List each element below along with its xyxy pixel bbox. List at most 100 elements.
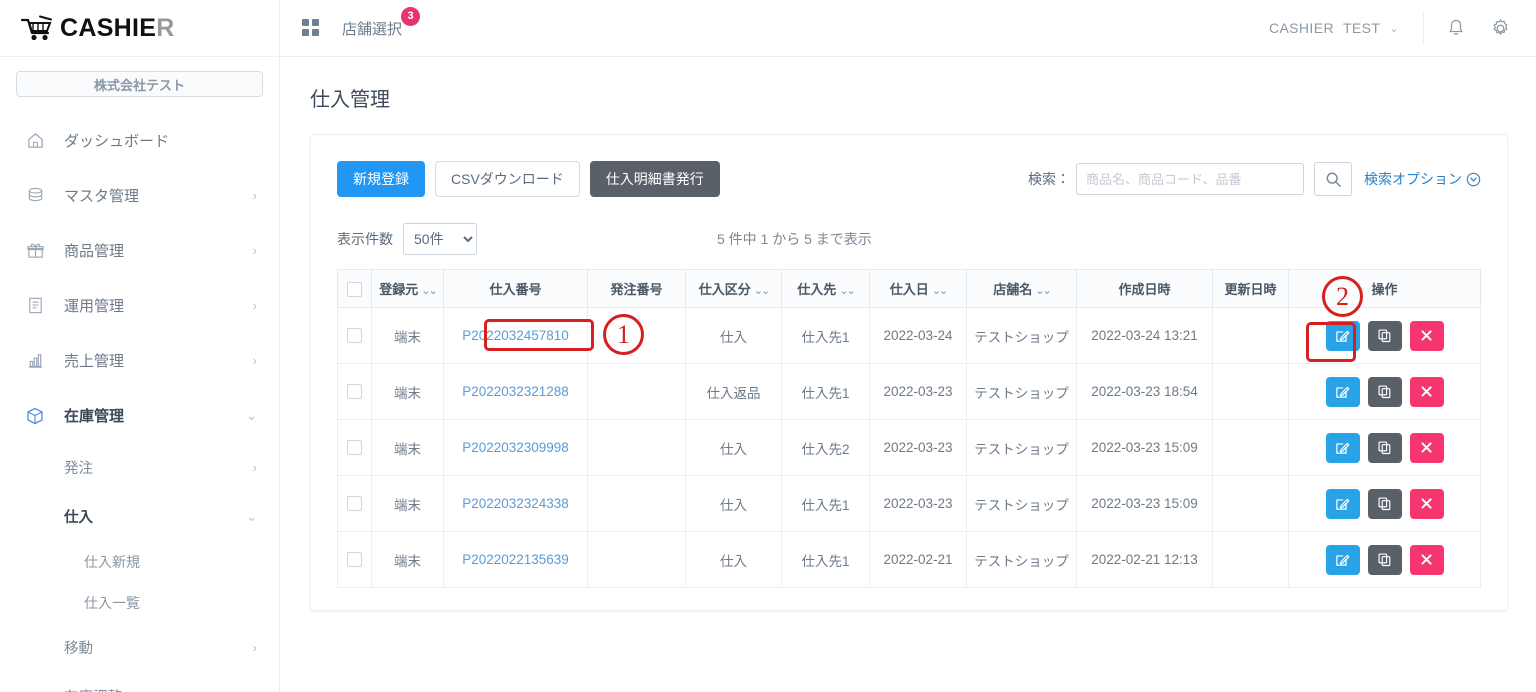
cell-purchase-no[interactable]: P2022032457810 — [443, 307, 588, 364]
search-options-toggle[interactable]: 検索オプション — [1364, 169, 1481, 189]
purchase-no-link[interactable]: P2022022135639 — [462, 552, 569, 567]
cell-purchase-no[interactable]: P2022032309998 — [443, 419, 588, 476]
cell-purchase-no[interactable]: P2022032321288 — [443, 363, 588, 420]
sidebar-subitem-purchase-new[interactable]: 仕入新規 — [0, 541, 279, 582]
sidebar-subitem-stock-adjust[interactable]: 在庫調整 › — [0, 672, 279, 692]
row-checkbox[interactable] — [347, 440, 362, 456]
select-all-header[interactable] — [337, 269, 372, 308]
sidebar-item-operation[interactable]: 運用管理 › — [0, 278, 279, 333]
sort-chevrons-icon: ⌄⌄ — [1035, 285, 1052, 297]
copy-button[interactable] — [1367, 544, 1402, 575]
edit-button[interactable] — [1325, 544, 1360, 575]
sidebar-item-sales[interactable]: 売上管理 › — [0, 333, 279, 388]
cell-created-at: 2022-03-24 13:21 — [1076, 307, 1213, 364]
sidebar-item-dashboard[interactable]: ダッシュボード — [0, 113, 279, 168]
sidebar-subitem-purchase[interactable]: 仕入 ⌄ — [0, 492, 279, 541]
issue-statement-button[interactable]: 仕入明細書発行 — [589, 161, 720, 197]
top-header: 店舗選択 3 CASHIER TEST ⌄ — [280, 0, 1536, 57]
edit-pencil-icon — [1336, 442, 1350, 454]
table-row[interactable]: 端末 P2022032457810 仕入 仕入先1 2022-03-24 テスト… — [337, 307, 1481, 364]
user-menu[interactable]: CASHIER TEST ⌄ — [1269, 11, 1424, 45]
chevron-right-icon: › — [252, 640, 257, 655]
col-purchase-no[interactable]: 仕入番号 — [443, 269, 588, 308]
cell-category: 仕入 — [685, 475, 782, 532]
row-select-cell[interactable] — [337, 363, 372, 420]
row-select-cell[interactable] — [337, 419, 372, 476]
table-head: 登録元 ⌄⌄ 仕入番号 発注番号 仕入区分 ⌄⌄ 仕入先 ⌄⌄ 仕入日 ⌄⌄ 店舗名 ⌄⌄… — [337, 269, 1481, 308]
cell-category: 仕入 — [685, 531, 782, 588]
delete-button[interactable] — [1409, 376, 1444, 407]
sidebar-item-product[interactable]: 商品管理 › — [0, 223, 279, 278]
delete-button[interactable] — [1409, 320, 1444, 351]
brand-logo[interactable]: CASHIER — [0, 0, 279, 57]
row-checkbox[interactable] — [347, 328, 362, 344]
copy-button[interactable] — [1367, 432, 1402, 463]
col-supplier[interactable]: 仕入先 ⌄⌄ — [781, 269, 870, 308]
copy-duplicate-icon — [1378, 329, 1391, 343]
edit-button[interactable] — [1325, 432, 1360, 463]
close-x-icon — [1421, 554, 1432, 565]
sidebar-subitem-transfer[interactable]: 移動 › — [0, 623, 279, 672]
notifications-button[interactable] — [1434, 6, 1478, 50]
purchase-no-link[interactable]: P2022032321288 — [462, 384, 569, 399]
edit-button[interactable] — [1325, 320, 1360, 351]
search-input[interactable] — [1076, 163, 1304, 195]
search-icon — [1326, 172, 1341, 187]
page-content: 仕入管理 新規登録 CSVダウンロード 仕入明細書発行 検索： 検索オ — [280, 57, 1536, 692]
purchase-no-link[interactable]: P2022032309998 — [462, 440, 569, 455]
sort-chevrons-icon: ⌄⌄ — [931, 285, 949, 297]
page-length-select[interactable]: 50件 — [403, 223, 477, 255]
row-actions — [1295, 376, 1474, 407]
search-button[interactable] — [1314, 162, 1352, 196]
select-all-checkbox[interactable] — [347, 281, 362, 297]
col-updated-at[interactable]: 更新日時 — [1212, 269, 1289, 308]
csv-download-button[interactable]: CSVダウンロード — [435, 161, 580, 197]
sidebar-subitem-purchase-list[interactable]: 仕入一覧 — [0, 582, 279, 623]
cell-created-at: 2022-02-21 12:13 — [1076, 531, 1213, 588]
gift-icon — [22, 241, 48, 260]
row-checkbox[interactable] — [347, 496, 362, 512]
row-select-cell[interactable] — [337, 475, 372, 532]
col-source[interactable]: 登録元 ⌄⌄ — [371, 269, 444, 308]
sidebar-item-inventory[interactable]: 在庫管理 ⌄ — [0, 388, 279, 443]
col-created-at[interactable]: 作成日時 — [1076, 269, 1213, 308]
purchase-no-link[interactable]: P2022032457810 — [462, 328, 569, 343]
settings-button[interactable] — [1478, 6, 1522, 50]
search-label: 検索： — [1028, 171, 1070, 187]
store-select-button[interactable]: 店舗選択 3 — [342, 6, 421, 39]
copy-button[interactable] — [1367, 488, 1402, 519]
table-row[interactable]: 端末 P2022032324338 仕入 仕入先1 2022-03-23 テスト… — [337, 475, 1481, 532]
chevron-right-icon: › — [252, 188, 257, 203]
col-purchase-date[interactable]: 仕入日 ⌄⌄ — [869, 269, 967, 308]
row-select-cell[interactable] — [337, 307, 372, 364]
col-order-no[interactable]: 発注番号 — [587, 269, 686, 308]
delete-button[interactable] — [1409, 488, 1444, 519]
copy-button[interactable] — [1367, 320, 1402, 351]
cell-purchase-no[interactable]: P2022032324338 — [443, 475, 588, 532]
cell-purchase-date: 2022-03-24 — [869, 307, 967, 364]
sidebar-subitem-order[interactable]: 発注 › — [0, 443, 279, 492]
col-category[interactable]: 仕入区分 ⌄⌄ — [685, 269, 782, 308]
row-checkbox[interactable] — [347, 384, 362, 400]
table-row[interactable]: 端末 P2022032321288 仕入返品 仕入先1 2022-03-23 テ… — [337, 363, 1481, 420]
row-select-cell[interactable] — [337, 531, 372, 588]
sidebar-nav: ダッシュボード マスタ管理 › 商品管理 › 運用管理 › 売上管理 › 在庫管… — [0, 107, 279, 692]
edit-button[interactable] — [1325, 376, 1360, 407]
delete-button[interactable] — [1409, 544, 1444, 575]
table-row[interactable]: 端末 P2022032309998 仕入 仕入先2 2022-03-23 テスト… — [337, 419, 1481, 476]
table-row[interactable]: 端末 P2022022135639 仕入 仕入先1 2022-02-21 テスト… — [337, 531, 1481, 588]
purchase-no-link[interactable]: P2022032324338 — [462, 496, 569, 511]
edit-button[interactable] — [1325, 488, 1360, 519]
sidebar-subitem-label: 在庫調整 — [64, 686, 253, 692]
col-store[interactable]: 店舗名 ⌄⌄ — [966, 269, 1077, 308]
copy-button[interactable] — [1367, 376, 1402, 407]
grid-apps-icon[interactable] — [302, 19, 320, 37]
company-chip[interactable]: 株式会社テスト — [16, 71, 263, 97]
new-register-button[interactable]: 新規登録 — [337, 161, 425, 197]
table-header-row: 登録元 ⌄⌄ 仕入番号 発注番号 仕入区分 ⌄⌄ 仕入先 ⌄⌄ 仕入日 ⌄⌄ 店舗名 ⌄⌄… — [337, 269, 1481, 308]
cell-purchase-no[interactable]: P2022022135639 — [443, 531, 588, 588]
sidebar-item-master[interactable]: マスタ管理 › — [0, 168, 279, 223]
purchase-table: 登録元 ⌄⌄ 仕入番号 発注番号 仕入区分 ⌄⌄ 仕入先 ⌄⌄ 仕入日 ⌄⌄ 店舗名 ⌄⌄… — [337, 269, 1481, 588]
delete-button[interactable] — [1409, 432, 1444, 463]
row-checkbox[interactable] — [347, 552, 362, 568]
